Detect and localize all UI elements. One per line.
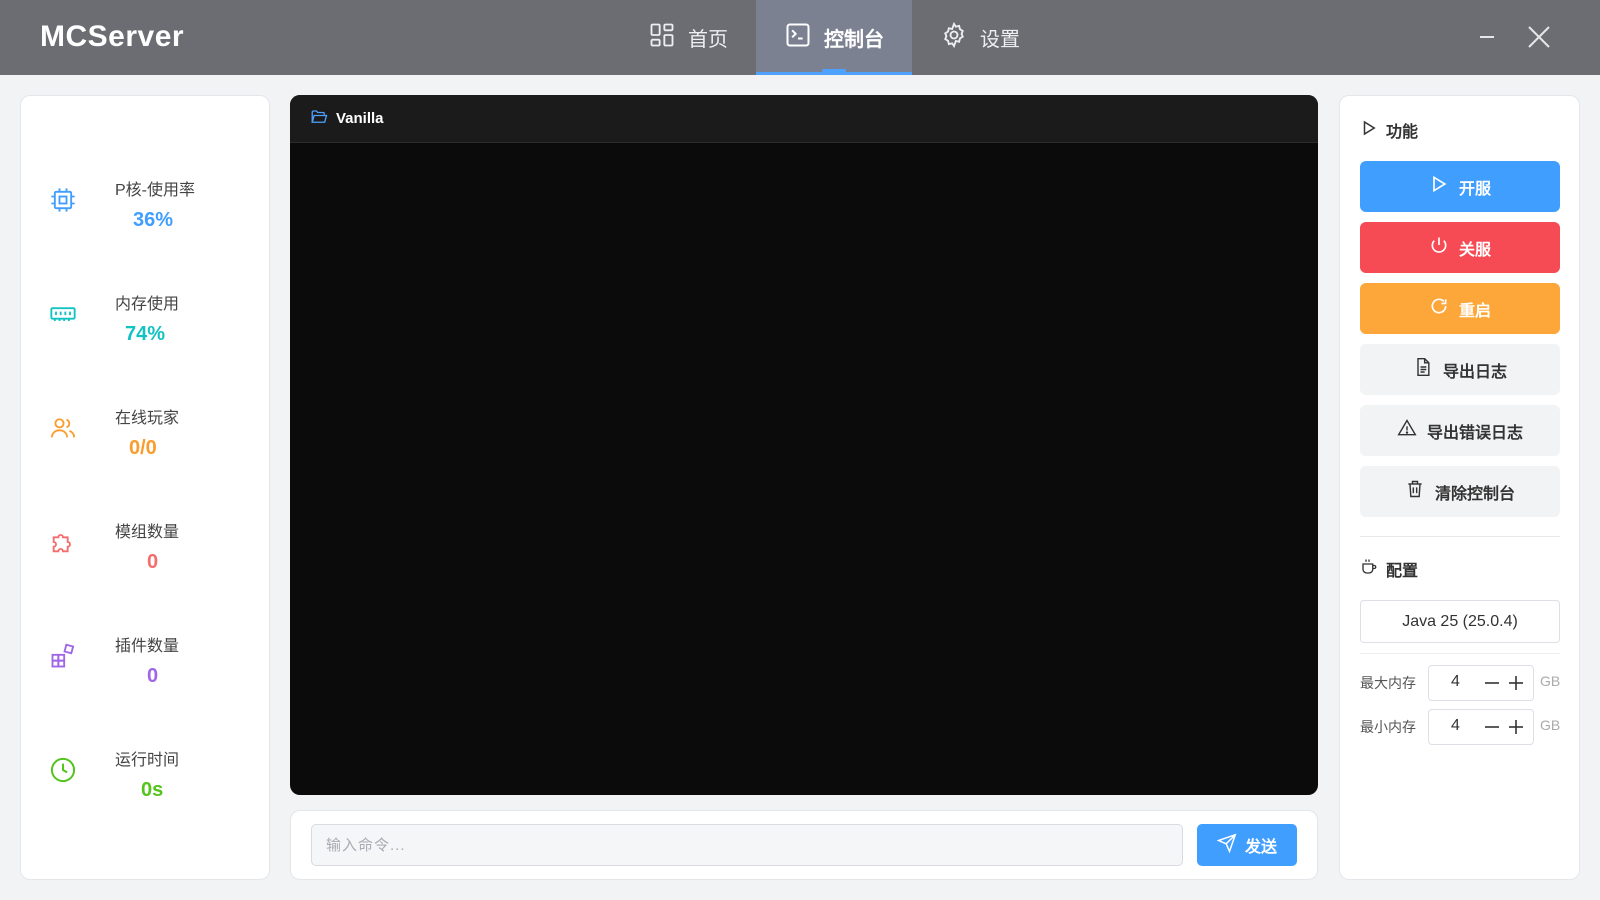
max-memory-value[interactable]: 4 [1451, 673, 1460, 691]
minimize-button[interactable] [1472, 22, 1502, 52]
functions-title: 功能 [1360, 118, 1418, 142]
stat-value: 0/0 [129, 437, 157, 459]
console-output[interactable] [290, 143, 1318, 795]
divider [1360, 653, 1560, 654]
gear-icon [940, 21, 968, 55]
minimize-icon [1480, 36, 1494, 38]
stat-value: 74% [125, 323, 166, 345]
stat-plugins: 插件数量 0 [49, 632, 259, 702]
trash-icon [1405, 479, 1425, 504]
cpu-icon [49, 186, 77, 214]
close-button[interactable] [1524, 22, 1554, 52]
play-outline-icon [1360, 119, 1378, 142]
clock-icon [49, 756, 77, 784]
stats-panel: P核-使用率 36% 内存使用 74% 在线玩家 0/0 模组数量 0 插件数量… [20, 95, 270, 880]
config-title: 配置 [1360, 557, 1418, 581]
tab-home[interactable]: 首页 [620, 0, 756, 75]
command-input[interactable] [311, 824, 1183, 866]
divider [1360, 536, 1560, 537]
memory-icon [49, 300, 77, 328]
stat-label: 运行时间 [115, 752, 180, 769]
stat-mods: 模组数量 0 [49, 518, 259, 588]
max-memory-row: 最大内存 4 GB [1360, 665, 1560, 701]
send-icon [1216, 832, 1237, 858]
stat-label: 在线玩家 [115, 410, 180, 427]
max-memory-unit: GB [1540, 673, 1561, 689]
users-icon [49, 414, 77, 442]
stop-server-button[interactable]: 关服 [1360, 222, 1560, 273]
console-panel[interactable]: Vanilla [290, 95, 1318, 795]
restart-server-button[interactable]: 重启 [1360, 283, 1560, 334]
minus-icon [1485, 682, 1499, 684]
java-version-select[interactable]: Java 25 (25.0.4) [1360, 600, 1560, 643]
app-window: MCServer 首页 控制台 设置 P核-使用率 36% 内存使用 74% 在… [0, 0, 1600, 900]
minus-icon [1485, 726, 1499, 728]
play-icon [1429, 174, 1449, 199]
increase-button[interactable] [1507, 674, 1525, 692]
document-icon [1413, 357, 1433, 382]
min-memory-stepper[interactable]: 4 [1428, 709, 1534, 745]
start-server-button[interactable]: 开服 [1360, 161, 1560, 212]
increase-button[interactable] [1507, 718, 1525, 736]
title-bar: MCServer 首页 控制台 设置 [0, 0, 1600, 75]
stat-label: 插件数量 [115, 638, 180, 655]
apps-icon [49, 642, 77, 670]
stat-value: 0 [147, 551, 159, 573]
close-icon [1528, 26, 1550, 48]
tab-console-label: 控制台 [824, 29, 884, 51]
warning-icon [1397, 418, 1417, 443]
tab-settings-label: 设置 [980, 29, 1020, 51]
max-memory-label: 最大内存 [1360, 675, 1416, 691]
plus-icon [1509, 720, 1523, 734]
stat-uptime: 运行时间 0s [49, 746, 259, 816]
decrease-button[interactable] [1483, 674, 1501, 692]
min-memory-unit: GB [1540, 717, 1561, 733]
tab-home-label: 首页 [688, 29, 728, 51]
terminal-icon [784, 21, 812, 55]
min-memory-value[interactable]: 4 [1451, 717, 1460, 735]
stat-cpu: P核-使用率 36% [49, 176, 259, 246]
folder-open-icon [310, 108, 328, 130]
send-button[interactable]: 发送 [1197, 824, 1297, 866]
max-memory-stepper[interactable]: 4 [1428, 665, 1534, 701]
coffee-cup-icon [1360, 558, 1378, 581]
stat-value: 0s [141, 779, 164, 801]
stat-players: 在线玩家 0/0 [49, 404, 259, 474]
plus-icon [1509, 676, 1523, 690]
decrease-button[interactable] [1483, 718, 1501, 736]
top-tabs: 首页 控制台 设置 [620, 0, 1048, 75]
tab-settings[interactable]: 设置 [912, 0, 1048, 75]
power-icon [1429, 235, 1449, 260]
min-memory-label: 最小内存 [1360, 719, 1416, 735]
export-log-button[interactable]: 导出日志 [1360, 344, 1560, 395]
min-memory-row: 最小内存 4 GB [1360, 709, 1560, 745]
puzzle-icon [49, 528, 77, 556]
refresh-icon [1429, 296, 1449, 321]
console-header: Vanilla [290, 95, 1318, 143]
stat-value: 0 [147, 665, 159, 687]
stat-label: 内存使用 [115, 296, 180, 313]
export-error-log-button[interactable]: 导出错误日志 [1360, 405, 1560, 456]
stat-memory: 内存使用 74% [49, 290, 259, 360]
send-label: 发送 [1244, 839, 1277, 856]
stat-label: 模组数量 [115, 524, 180, 541]
stat-value: 36% [133, 209, 174, 231]
dashboard-icon [648, 21, 676, 55]
tab-console[interactable]: 控制台 [756, 0, 912, 75]
stat-label: P核-使用率 [115, 182, 196, 199]
function-panel: 功能 开服 关服 重启 导出日志 导出错误日志 清除控制台 配置 Java 25… [1339, 95, 1580, 880]
clear-console-button[interactable]: 清除控制台 [1360, 466, 1560, 517]
server-name: Vanilla [336, 110, 384, 127]
app-title: MCServer [40, 20, 185, 53]
command-bar: 发送 [290, 810, 1318, 880]
